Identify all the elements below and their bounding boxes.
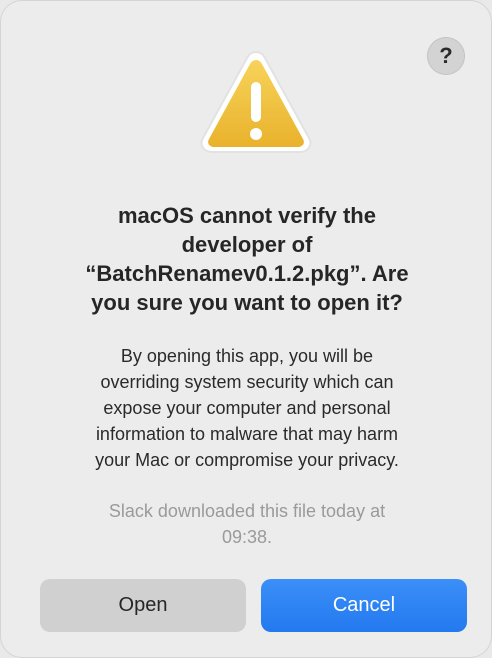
dialog-message: By opening this app, you will be overrid… — [41, 343, 453, 473]
message-line: By opening this app, you will be — [120, 346, 374, 366]
title-line: you sure you want to open it? — [91, 290, 403, 315]
message-line: expose your computer and personal — [103, 398, 391, 418]
download-source-note: Slack downloaded this file today at 09:3… — [41, 498, 453, 550]
title-line: macOS cannot verify the — [118, 203, 376, 228]
help-button[interactable]: ? — [427, 37, 465, 75]
message-line: your Mac or compromise your privacy. — [95, 450, 399, 470]
source-note-line: 09:38. — [221, 527, 273, 547]
message-line: overriding system security which can — [100, 372, 394, 392]
dialog-title: macOS cannot verify the developer of “Ba… — [41, 201, 453, 317]
source-note-line: Slack downloaded this file today at — [108, 501, 386, 521]
warning-triangle-icon — [200, 50, 312, 153]
open-button[interactable]: Open — [40, 579, 246, 632]
security-alert-dialog: ? macOS cannot verify the developer of “… — [0, 0, 492, 658]
message-line: information to malware that may harm — [95, 424, 399, 444]
title-line: developer of — [181, 232, 313, 257]
cancel-button[interactable]: Cancel — [261, 579, 467, 632]
title-line: “BatchRenamev0.1.2.pkg”. Are — [85, 261, 409, 286]
